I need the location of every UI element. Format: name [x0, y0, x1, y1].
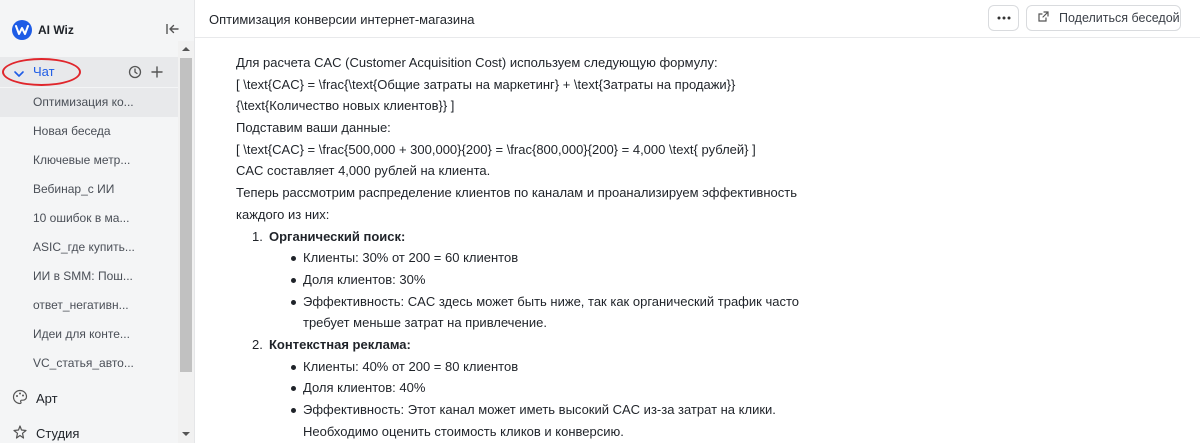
brand-name: AI Wiz — [38, 23, 74, 37]
list-number: 1. — [252, 228, 263, 244]
scroll-down-icon[interactable] — [182, 430, 190, 438]
palette-icon — [12, 389, 28, 408]
more-options-button[interactable] — [988, 5, 1019, 31]
sidebar-item-studio[interactable]: Студия — [12, 424, 79, 443]
collapse-sidebar-icon[interactable] — [164, 20, 182, 38]
formula-text: {\text{Количество новых клиентов}} ] — [236, 98, 455, 114]
bullet-item: Клиенты: 30% от 200 = 60 клиентов — [236, 247, 856, 269]
conversation-item[interactable]: 10 ошибок в ма... — [0, 204, 178, 233]
list-item: 2. Контекстная реклама: — [236, 334, 856, 356]
bullet-item: Эффективность: CAC здесь может быть ниже… — [236, 291, 856, 313]
sidebar-item-studio-label: Студия — [36, 426, 80, 441]
bullet-continuation: Необходимо оценить стоимость кликов и ко… — [303, 423, 624, 439]
message-text: Подставим ваши данные: — [236, 120, 391, 136]
bullet-item: Доля клиентов: 40% — [236, 377, 856, 399]
share-conversation-button[interactable]: Поделиться беседой — [1026, 5, 1181, 31]
conversation-item[interactable]: ASIC_где купить... — [0, 233, 178, 262]
more-dots-icon — [997, 16, 1010, 20]
chat-header: Оптимизация конверсии интернет-магазина … — [195, 0, 1200, 38]
conversation-item[interactable]: Оптимизация ко... — [0, 88, 178, 117]
bullet-item: Эффективность: Этот канал может иметь вы… — [236, 399, 856, 421]
scrollbar-thumb[interactable] — [180, 58, 192, 372]
ai-wiz-logo-icon — [12, 20, 32, 40]
chevron-down-icon — [13, 66, 25, 84]
conversation-item[interactable]: Новая беседа — [0, 117, 178, 146]
share-icon — [1037, 10, 1050, 26]
message-text: Для расчета CAC (Customer Acquisition Co… — [236, 55, 718, 70]
sidebar-item-art-label: Арт — [36, 391, 58, 406]
conversation-item[interactable]: Ключевые метр... — [0, 146, 178, 175]
message-text: каждого из них: — [236, 206, 330, 222]
conversation-item[interactable]: ответ_негативн... — [0, 291, 178, 320]
sidebar-scrollbar[interactable] — [178, 41, 194, 443]
new-chat-plus-icon[interactable] — [150, 65, 164, 84]
message-text: CAC составляет 4,000 рублей на клиента. — [236, 163, 491, 179]
bullet-item: Доля клиентов: 30% — [236, 269, 856, 291]
history-icon[interactable] — [128, 65, 142, 84]
conversation-item[interactable]: ИИ в SMM: Пош... — [0, 262, 178, 291]
studio-icon — [12, 424, 28, 443]
chat-section-header[interactable]: Чат — [0, 57, 178, 87]
bullet-item: Клиенты: 40% от 200 = 80 клиентов — [236, 356, 856, 378]
brand[interactable]: AI Wiz — [12, 17, 74, 43]
sidebar-item-art[interactable]: Арт — [12, 389, 58, 408]
list-number: 2. — [252, 336, 263, 352]
list-item-title: Органический поиск: — [269, 228, 406, 244]
formula-text: [ \text{CAC} = \frac{\text{Общие затраты… — [236, 76, 736, 92]
share-button-label: Поделиться беседой — [1059, 11, 1180, 25]
list-item: 1. Органический поиск: — [236, 226, 856, 248]
sidebar: AI Wiz Чат Оптимизация ко... Новая бесед… — [0, 0, 195, 443]
conversation-list: Оптимизация ко... Новая беседа Ключевые … — [0, 88, 178, 378]
message-text: Теперь рассмотрим распределение клиентов… — [236, 185, 797, 201]
assistant-message: Для расчета CAC (Customer Acquisition Co… — [236, 52, 856, 442]
conversation-item[interactable]: Вебинар_с ИИ — [0, 175, 178, 204]
conversation-item[interactable]: Идеи для конте... — [0, 320, 178, 349]
chat-label: Чат — [33, 64, 55, 79]
bullet-continuation: требует меньше затрат на привлечение. — [303, 315, 547, 331]
formula-text: [ \text{CAC} = \frac{500,000 + 300,000}{… — [236, 141, 756, 157]
scroll-up-icon[interactable] — [182, 45, 190, 53]
conversation-item[interactable]: VC_статья_авто... — [0, 349, 178, 378]
page-title: Оптимизация конверсии интернет-магазина — [209, 12, 475, 27]
list-item-title: Контекстная реклама: — [269, 336, 411, 352]
